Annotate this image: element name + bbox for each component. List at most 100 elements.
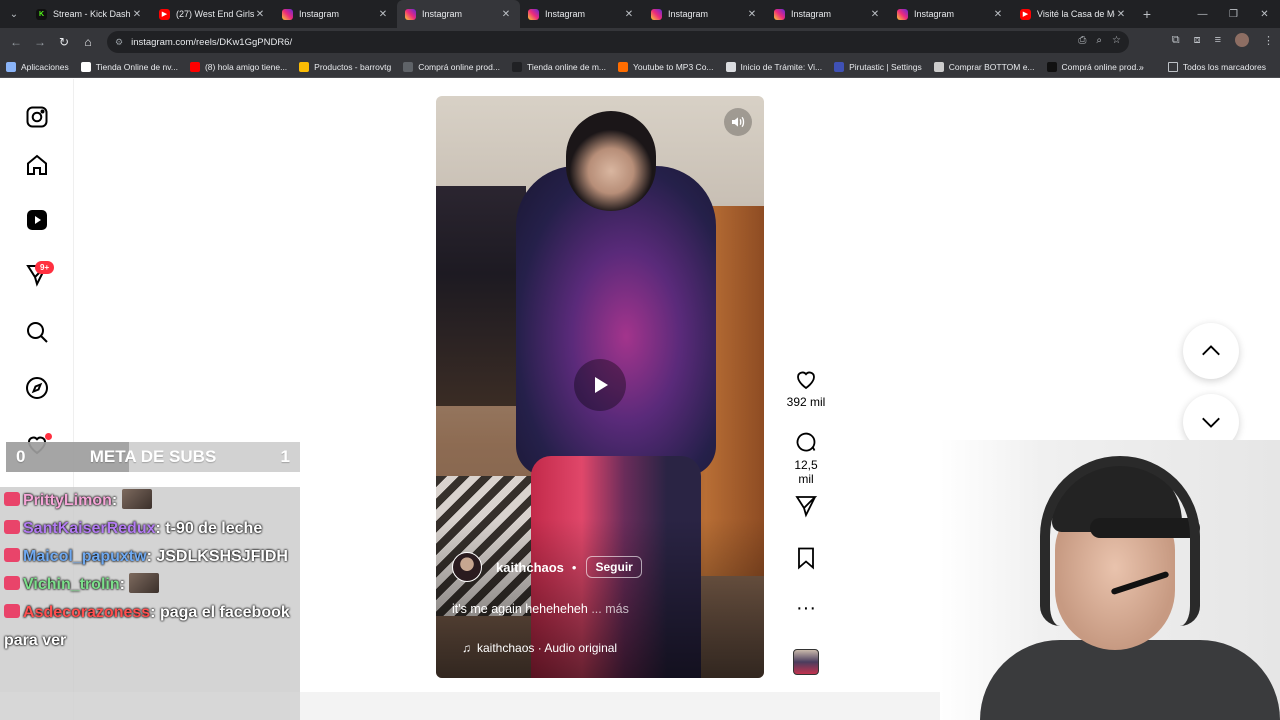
bookmark-item[interactable]: Productos - barrovtg	[293, 61, 397, 72]
audio-thumbnail[interactable]	[793, 649, 819, 675]
previous-reel-button[interactable]	[1183, 323, 1239, 379]
explore-nav-icon[interactable]	[24, 375, 50, 401]
all-bookmarks[interactable]: Todos los marcadores	[1162, 62, 1272, 72]
reading-list-icon[interactable]: ≡	[1215, 34, 1221, 46]
comment-action[interactable]: 12,5 mil	[786, 430, 826, 486]
bookmark-item[interactable]: Inicio de Trámite: Vi...	[720, 61, 829, 72]
home-icon[interactable]: ⌂	[76, 35, 100, 49]
share-icon[interactable]	[793, 494, 819, 518]
minimize-icon[interactable]: —	[1187, 9, 1218, 20]
share-action[interactable]	[786, 494, 826, 518]
search-nav-icon[interactable]	[24, 319, 50, 345]
tab-title: Visité la Casa de Me	[1037, 9, 1115, 19]
webcam-feed	[940, 440, 1280, 720]
bookmark-item[interactable]: Youtube to MP3 Co...	[612, 61, 720, 72]
close-tab-icon[interactable]: ✕	[500, 9, 512, 20]
reload-icon[interactable]: ↻	[52, 35, 76, 49]
browser-tab[interactable]: Instagram ✕	[274, 0, 397, 28]
chat-username: Asdecorazoness	[23, 604, 151, 621]
separator-dot: •	[571, 559, 577, 575]
tab-title: Instagram	[668, 9, 709, 19]
reel-caption[interactable]: it's me again heheheheh ... más	[452, 602, 629, 616]
bookmark-item[interactable]: Comprar BOTTOM e...	[928, 61, 1041, 72]
bookmark-icon[interactable]	[793, 546, 819, 570]
more-options-icon[interactable]: ···	[786, 598, 826, 618]
browser-tab[interactable]: Instagram ✕	[643, 0, 766, 28]
bookmark-item[interactable]: Tienda online de m...	[506, 61, 612, 72]
close-tab-icon[interactable]: ✕	[377, 9, 389, 20]
bookmark-item[interactable]: (8) hola amigo tiene...	[184, 61, 293, 72]
save-action[interactable]	[786, 546, 826, 570]
home-nav-icon[interactable]	[24, 152, 50, 178]
tab-search-icon[interactable]: ⌄	[0, 0, 28, 28]
author-username[interactable]: kaithchaos	[496, 560, 564, 575]
browser-tab[interactable]: Instagram ✕	[889, 0, 1012, 28]
browser-tab[interactable]: ▶ Visité la Casa de Me ✕	[1012, 0, 1135, 28]
bookmark-favicon-icon	[299, 61, 310, 72]
browser-tab[interactable]: K Stream - Kick Dashboard✕	[28, 0, 151, 28]
tab-title: Instagram	[791, 9, 832, 19]
close-tab-icon[interactable]: ✕	[623, 9, 635, 20]
play-icon[interactable]	[574, 359, 626, 411]
bookmark-item[interactable]: Tienda Online de nv...	[75, 61, 184, 72]
install-app-icon[interactable]: ⎙	[1078, 35, 1086, 46]
bookmark-item[interactable]: Aplicaciones	[0, 61, 75, 72]
author-avatar[interactable]	[452, 552, 482, 582]
badge-icon	[4, 576, 20, 590]
bookmark-item[interactable]: Comprá online prod...	[1041, 61, 1150, 72]
close-tab-icon[interactable]: ✕	[992, 9, 1004, 20]
like-action[interactable]: 392 mil	[786, 367, 826, 409]
browser-tab[interactable]: ▶ (27) West End Girls (2✕	[151, 0, 274, 28]
comment-icon[interactable]	[793, 430, 819, 454]
bookmark-favicon-icon	[403, 61, 414, 72]
bookmark-favicon-icon	[6, 61, 16, 72]
caption-more-link[interactable]: ... más	[591, 602, 629, 616]
more-bookmarks-icon[interactable]: »	[1139, 62, 1144, 72]
close-tab-icon[interactable]: ✕	[869, 9, 881, 20]
browser-toolbar: ← → ↻ ⌂ ⚙ instagram.com/reels/DKw1GgPNDR…	[0, 28, 1280, 56]
close-tab-icon[interactable]: ✕	[746, 9, 758, 20]
restore-icon[interactable]: ❐	[1218, 9, 1249, 20]
instagram-favicon-icon	[774, 8, 785, 20]
instagram-logo-icon[interactable]	[24, 104, 50, 130]
like-count: 392 mil	[786, 395, 826, 409]
badge-icon	[4, 492, 20, 506]
bookmark-star-icon[interactable]: ☆	[1112, 35, 1121, 46]
site-info-icon[interactable]: ⚙	[115, 37, 123, 48]
chevron-up-icon	[1202, 345, 1220, 356]
badge-icon	[4, 604, 20, 618]
browser-tab[interactable]: Instagram ✕	[520, 0, 643, 28]
caption-text: it's me again heheheheh	[452, 602, 588, 616]
close-window-icon[interactable]: ✕	[1249, 9, 1280, 20]
extensions-icon[interactable]: ⧉	[1172, 34, 1180, 47]
bookmark-item[interactable]: Pirutastic | Settings	[828, 61, 928, 72]
close-tab-icon[interactable]: ✕	[254, 9, 266, 20]
close-tab-icon[interactable]: ✕	[1115, 9, 1127, 20]
chat-message: Vichin_trolin:	[4, 571, 300, 599]
back-icon[interactable]: ←	[4, 35, 28, 49]
heart-icon[interactable]	[793, 367, 819, 391]
emote-image	[121, 489, 152, 509]
reel-video[interactable]: kaithchaos • Seguir it's me again hehehe…	[436, 96, 764, 678]
reel-audio[interactable]: ♫ kaithchaos · Audio original	[462, 641, 617, 655]
forward-icon[interactable]: →	[28, 35, 52, 49]
browser-tab[interactable]: Instagram ✕	[766, 0, 889, 28]
browser-tab[interactable]: Instagram ✕	[397, 0, 520, 28]
reel-author: kaithchaos • Seguir	[452, 552, 642, 582]
close-tab-icon[interactable]: ✕	[131, 9, 143, 20]
zoom-icon[interactable]: ⌕	[1096, 35, 1102, 46]
bookmark-item[interactable]: Comprá online prod...	[397, 61, 506, 72]
profile-avatar[interactable]	[1235, 33, 1249, 47]
address-bar[interactable]: ⚙ instagram.com/reels/DKw1GgPNDR6/ ⎙ ⌕ ☆	[107, 31, 1129, 53]
tab-title: Instagram	[299, 9, 340, 19]
badge-icon	[4, 520, 20, 534]
volume-icon[interactable]	[724, 108, 752, 136]
new-tab-button[interactable]: +	[1135, 6, 1159, 22]
reels-nav-icon[interactable]	[24, 207, 50, 233]
window-controls: — ❐ ✕	[1187, 0, 1280, 28]
media-icon[interactable]: ⧈	[1194, 34, 1201, 47]
browser-menu-icon[interactable]: ⋮	[1263, 34, 1274, 47]
chat-text: t-90 de leche	[165, 520, 263, 537]
instagram-favicon-icon	[528, 8, 539, 20]
follow-button[interactable]: Seguir	[586, 556, 642, 578]
